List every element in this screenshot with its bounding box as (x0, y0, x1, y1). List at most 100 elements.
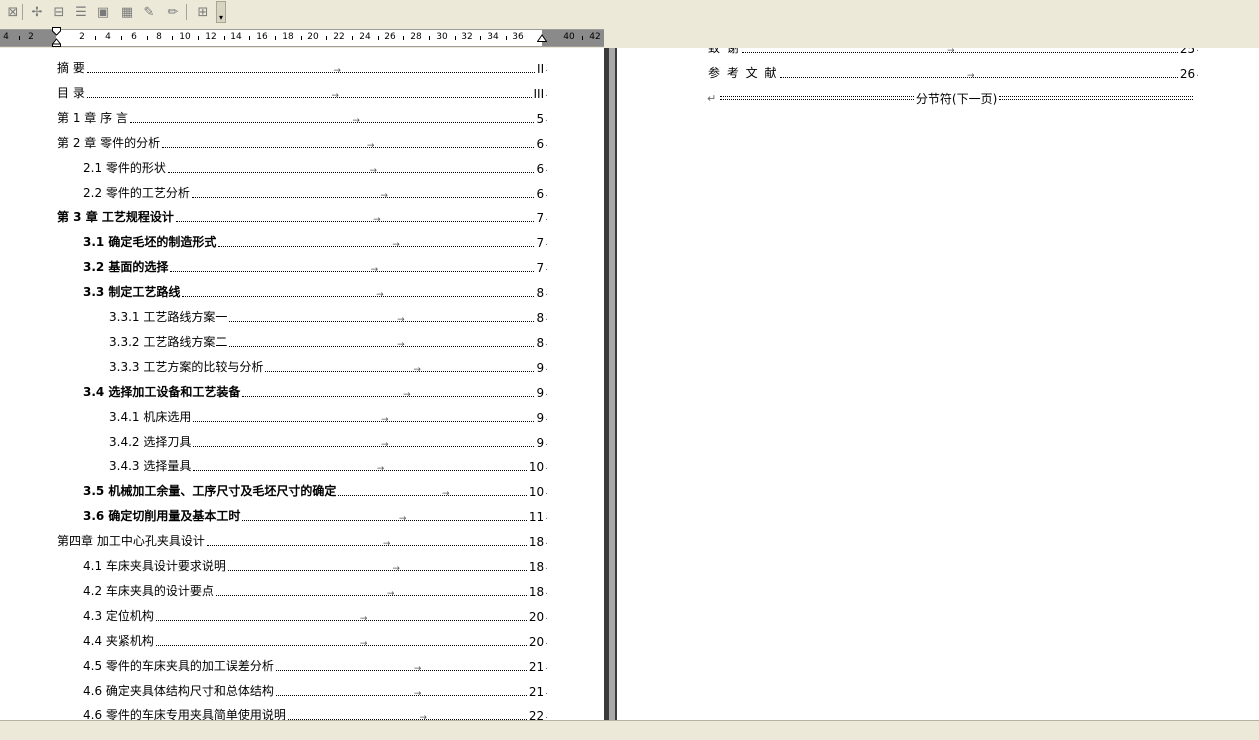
toc-entry[interactable]: 3.3.1 工艺路线方案一 → 8. (109, 309, 548, 325)
toc-page-number: 25 (1179, 48, 1196, 56)
ruler-number: 2 (28, 32, 34, 42)
toc-page-number: 9 (536, 410, 545, 425)
ruler-number: 4 (105, 32, 111, 42)
document-page-left[interactable]: 摘 要 → II. 目 录 → III. 第 1 章 序 言 → 5. 第 2 章 零件的分析 → 6… (0, 48, 603, 720)
toc-dot-leader: → (167, 166, 535, 175)
ruler-number: 28 (410, 32, 422, 42)
right-indent-marker[interactable] (537, 32, 547, 42)
toc-page-number: 26 (1179, 66, 1196, 81)
paragraph-mark: . (545, 113, 548, 124)
horizontal-ruler[interactable]: 4 2 2 4 6 8 10 12 14 16 18 20 22 24 26 28 30 32 34 36 40 42 (0, 29, 604, 47)
toc-entry[interactable]: 致 谢 → 25. (708, 48, 1199, 56)
toc-entry[interactable]: 4.4 夹紧机构 → 20. (83, 633, 548, 649)
paragraph-mark: . (1196, 68, 1199, 79)
toc-dot-leader: → (215, 589, 527, 598)
toc-entry-title: 第 1 章 序 言 (57, 110, 128, 125)
ruler-number: 20 (307, 32, 319, 42)
toc-dot-leader: → (193, 440, 535, 449)
eraser-icon[interactable]: ✎ (140, 3, 158, 21)
toc-entry[interactable]: 4.2 车床夹具的设计要点 → 18. (83, 583, 548, 599)
toc-entry[interactable]: 3.4.1 机床选用 → 9. (109, 409, 548, 425)
toc-entry[interactable]: 3.3 制定工艺路线 → 8. (83, 284, 548, 300)
toc-entry[interactable]: 第 3 章 工艺规程设计 → 7. (57, 209, 548, 225)
toc-entry[interactable]: 第 2 章 零件的分析 → 6. (57, 135, 548, 151)
tab-mark-icon: → (413, 364, 421, 375)
tab-mark-icon: → (413, 688, 422, 699)
toc-entry[interactable]: 3.1 确定毛坯的制造形式 → 7. (83, 234, 548, 250)
toc-entry[interactable]: 摘 要 → II. (57, 60, 548, 76)
toc-entry[interactable]: 2.2 零件的工艺分析 → 6. (83, 185, 548, 201)
toc-entry[interactable]: 3.6 确定切削用量及基本工时 → 11. (83, 508, 548, 524)
toc-dot-leader: → (275, 689, 527, 698)
ruler-number: 24 (359, 32, 371, 42)
merge-cells-icon[interactable]: ✢ (28, 3, 46, 21)
pencil-icon[interactable]: ✏ (164, 3, 182, 21)
toc-entry[interactable]: 3.2 基面的选择 → 7. (83, 259, 548, 275)
delete-table-icon[interactable]: ⊠ (4, 3, 22, 21)
toc-dot-leader: → (218, 241, 535, 250)
toc-page-number: 20 (528, 634, 545, 649)
paragraph-mark: . (545, 512, 548, 523)
paragraph-mark: . (545, 64, 548, 74)
toc-entry[interactable]: 3.5 机械加工余量、工序尺寸及毛坯尺寸的确定 → 10. (83, 483, 548, 499)
document-page-right[interactable]: 致 谢 → 25. 参 考 文 献 → 26. ↵ 分节符(下一页) (617, 48, 1259, 720)
toc-entry[interactable]: 3.4.3 选择量具 → 10. (109, 458, 548, 474)
border-icon[interactable]: ▣ (94, 3, 112, 21)
toc-entry[interactable]: 3.4.2 选择刀具 → 9. (109, 434, 548, 450)
toc-entry[interactable]: 3.3.2 工艺路线方案二 → 8. (109, 334, 548, 350)
toc-entry[interactable]: 目 录 → III. (57, 85, 548, 101)
toc-entry-title: 摘 要 (57, 61, 85, 75)
toc-entry-title: 3.3.1 工艺路线方案一 (109, 310, 228, 324)
toc-entry[interactable]: 第四章 加工中心孔夹具设计 → 18. (57, 533, 548, 549)
ruler-tick (403, 36, 404, 40)
toc-entry[interactable]: 4.6 确定夹具体结构尺寸和总体结构 → 21. (83, 683, 548, 699)
split-cells-icon[interactable]: ⊟ (50, 3, 68, 21)
toc-entry-title: 4.5 零件的车床夹具的加工误差分析 (83, 658, 274, 673)
toc-dot-leader: → (206, 540, 527, 549)
paragraph-mark: . (545, 636, 548, 647)
left-indent-marker[interactable] (52, 27, 61, 47)
shading-icon[interactable]: ▦ (118, 3, 136, 21)
toc-entry[interactable]: 4.5 零件的车床夹具的加工误差分析 → 21. (83, 658, 548, 674)
toc-entry[interactable]: 4.6 零件的车床专用夹具简单使用说明 → 22. (83, 707, 548, 720)
paragraph-mark: . (545, 213, 548, 224)
ruler-number: 16 (256, 32, 268, 42)
ruler-number: 36 (512, 32, 524, 42)
tab-mark-icon: → (386, 588, 395, 599)
toc-entry[interactable]: 参 考 文 献 → 26. (708, 65, 1199, 81)
toc-entry-title: 4.3 定位机构 (83, 608, 154, 623)
tab-mark-icon: → (376, 290, 384, 301)
ruler-number: 6 (131, 32, 137, 42)
toc-entry-title: 参 考 文 献 (708, 65, 778, 80)
paragraph-mark: . (545, 362, 548, 373)
paragraph-mark: . (545, 611, 548, 622)
tab-mark-icon: → (442, 489, 450, 500)
toc-page-number: 18 (528, 584, 545, 599)
toc-entry[interactable]: 4.1 车床夹具设计要求说明 → 18. (83, 558, 548, 574)
table-properties-icon[interactable]: ⊞ (194, 3, 212, 21)
ruler-tick (480, 36, 481, 40)
toc-entry-title: 3.4 选择加工设备和工艺装备 (83, 384, 241, 399)
ruler-number: 42 (589, 32, 601, 42)
tab-mark-icon: → (373, 215, 381, 226)
toc-page-number: 18 (528, 535, 545, 550)
tab-mark-icon: → (331, 90, 339, 101)
toc-entry[interactable]: 2.1 零件的形状 → 6. (83, 160, 548, 176)
line-weight-icon[interactable]: ☰ (72, 3, 90, 21)
toc-entry-title: 3.3 制定工艺路线 (83, 285, 181, 300)
toc-dot-leader: → (779, 71, 1178, 80)
toc-page-number: III (533, 86, 545, 101)
toc-dot-leader: → (265, 365, 535, 374)
paragraph-mark: . (545, 586, 548, 597)
toolbar-options-dropdown[interactable]: ▾ (216, 1, 226, 23)
toc-entry-title: 3.3.3 工艺方案的比较与分析 (109, 359, 264, 374)
toc-entry[interactable]: 3.4 选择加工设备和工艺装备 → 9. (83, 384, 548, 400)
tab-mark-icon: → (380, 190, 388, 201)
toc-entry[interactable]: 4.3 定位机构 → 20. (83, 608, 548, 624)
toc-entry[interactable]: 第 1 章 序 言 → 5. (57, 110, 548, 126)
toc-entry[interactable]: 3.3.3 工艺方案的比较与分析 → 9. (109, 359, 548, 375)
table-toolbar: ⊠ ✢ ⊟ ☰ ▣ ▦ ✎ ✏ ⊞ ▾ (0, 0, 1259, 25)
toc-page-number: 22 (528, 709, 545, 720)
toc-dot-leader: → (193, 415, 535, 424)
toc-entry-title: 第四章 加工中心孔夹具设计 (57, 534, 205, 549)
